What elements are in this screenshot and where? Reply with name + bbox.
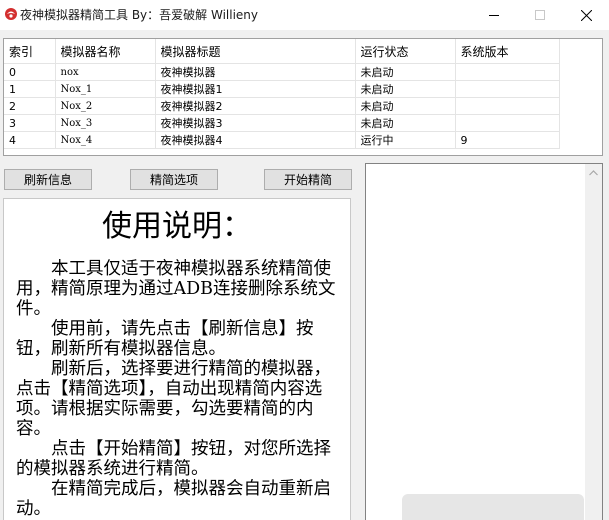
- cell-title: 夜神模拟器4: [155, 131, 356, 149]
- table-row[interactable]: 1 Nox_1 夜神模拟器1 未启动: [4, 80, 560, 98]
- cell-status: 未启动: [355, 63, 456, 81]
- table-header: 索引 模拟器名称 模拟器标题 运行状态 系统版本: [4, 39, 560, 64]
- cell-name: Nox_4: [55, 131, 156, 149]
- chevron-up-icon: [589, 169, 598, 175]
- cell-title: 夜神模拟器3: [155, 114, 356, 132]
- instructions-body: 本工具仅适于夜神模拟器系统精简使用，精简原理为通过ADB连接删除系统文件。 使用…: [16, 259, 348, 519]
- cell-index: 3: [4, 114, 56, 132]
- cell-name: Nox_3: [55, 114, 156, 132]
- table-row[interactable]: 0 nox 夜神模拟器 未启动: [4, 63, 560, 81]
- app-window: 夜神模拟器精简工具 By：吾爱破解 Willieny 索引 模拟器名称 模拟器标…: [0, 0, 609, 520]
- column-header-version[interactable]: 系统版本: [455, 39, 560, 64]
- table-row[interactable]: 2 Nox_2 夜神模拟器2 未启动: [4, 97, 560, 115]
- instructions-paragraph: 刷新后，选择要进行精简的模拟器，点击【精简选项】，自动出现精简内容选项。请根据实…: [16, 359, 331, 439]
- column-header-status[interactable]: 运行状态: [355, 39, 456, 64]
- scroll-up-button[interactable]: [585, 164, 602, 181]
- close-icon: [580, 9, 592, 21]
- table-row[interactable]: 4 Nox_4 夜神模拟器4 运行中 9: [4, 131, 560, 149]
- refresh-info-button[interactable]: 刷新信息: [4, 169, 92, 190]
- app-icon: [5, 8, 17, 20]
- close-button[interactable]: [563, 0, 609, 30]
- minimize-button[interactable]: [471, 0, 517, 30]
- cell-name: Nox_2: [55, 97, 156, 115]
- table-row[interactable]: 3 Nox_3 夜神模拟器3 未启动: [4, 114, 560, 132]
- cell-version: [455, 97, 560, 115]
- maximize-icon: [535, 10, 545, 20]
- cell-status: 运行中: [355, 131, 456, 149]
- cell-name: nox: [55, 63, 156, 81]
- minimize-icon: [489, 15, 499, 16]
- cell-status: 未启动: [355, 80, 456, 98]
- instructions-title: 使用说明：: [102, 209, 252, 244]
- trim-options-list[interactable]: [365, 163, 603, 520]
- column-header-index[interactable]: 索引: [4, 39, 56, 64]
- cell-name: Nox_1: [55, 80, 156, 98]
- instructions-paragraph: 点击【开始精简】按钮，对您所选择的模拟器系统进行精简。: [16, 439, 331, 479]
- cell-title: 夜神模拟器1: [155, 80, 356, 98]
- cell-index: 4: [4, 131, 56, 149]
- cell-title: 夜神模拟器2: [155, 97, 356, 115]
- vertical-scrollbar[interactable]: [585, 164, 602, 520]
- cell-version: 9: [455, 131, 560, 149]
- cell-index: 0: [4, 63, 56, 81]
- cell-index: 2: [4, 97, 56, 115]
- cell-title: 夜神模拟器: [155, 63, 356, 81]
- progress-bar: [402, 494, 584, 520]
- cell-status: 未启动: [355, 114, 456, 132]
- instructions-paragraph: 本工具仅适于夜神模拟器系统精简使用，精简原理为通过ADB连接删除系统文件。: [16, 259, 336, 319]
- trim-options-button[interactable]: 精简选项: [130, 169, 218, 190]
- column-header-title[interactable]: 模拟器标题: [155, 39, 356, 64]
- column-header-name[interactable]: 模拟器名称: [55, 39, 156, 64]
- cell-version: [455, 63, 560, 81]
- emulator-list[interactable]: 索引 模拟器名称 模拟器标题 运行状态 系统版本 0 nox 夜神模拟器 未启动…: [3, 38, 603, 156]
- instructions-paragraph: 使用前，请先点击【刷新信息】按钮，刷新所有模拟器信息。: [16, 319, 314, 359]
- cell-index: 1: [4, 80, 56, 98]
- window-title: 夜神模拟器精简工具 By：吾爱破解 Willieny: [20, 8, 258, 22]
- maximize-button[interactable]: [517, 0, 563, 30]
- instructions-panel: 使用说明： 本工具仅适于夜神模拟器系统精简使用，精简原理为通过ADB连接删除系统…: [3, 198, 351, 520]
- instructions-paragraph: 在精简完成后，模拟器会自动重新启动。: [16, 479, 331, 519]
- cell-version: [455, 80, 560, 98]
- title-bar[interactable]: 夜神模拟器精简工具 By：吾爱破解 Willieny: [0, 0, 609, 30]
- cell-version: [455, 114, 560, 132]
- start-trim-button[interactable]: 开始精简: [264, 169, 352, 190]
- cell-status: 未启动: [355, 97, 456, 115]
